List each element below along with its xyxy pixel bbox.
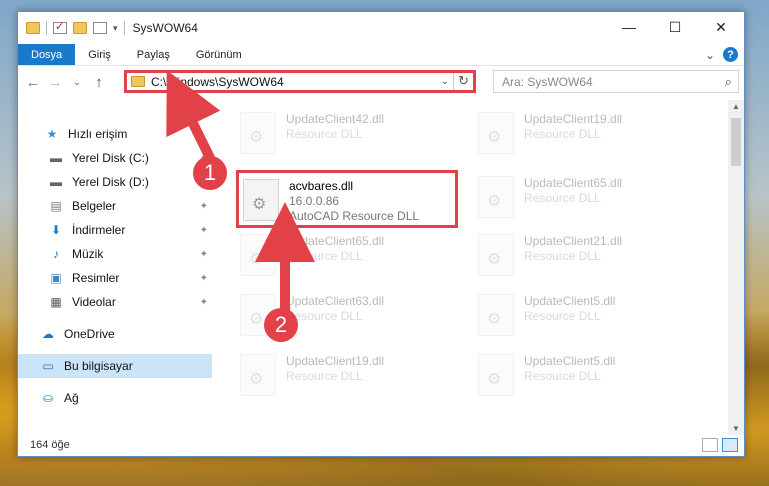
annotation-arrows [166, 70, 315, 317]
callout-badge-1: 1 [193, 156, 227, 190]
callout-badge-2: 2 [264, 308, 298, 342]
